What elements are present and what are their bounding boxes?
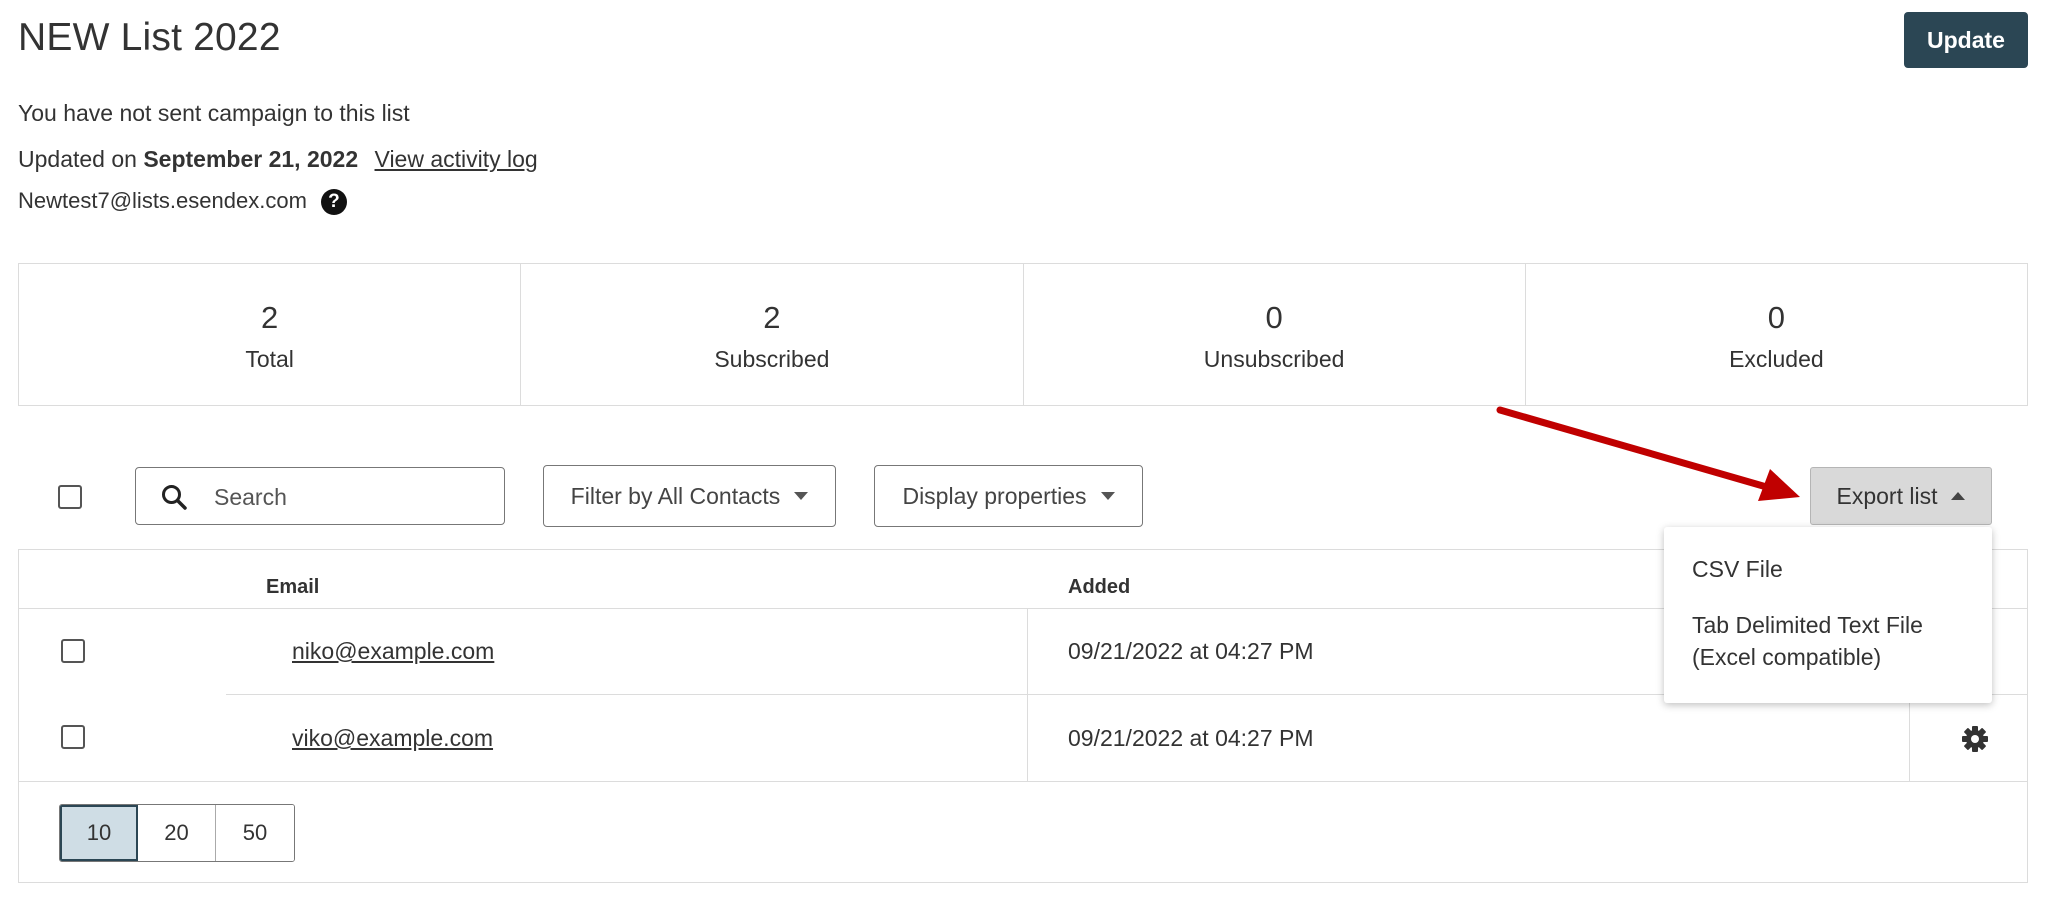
stat-label: Unsubscribed <box>1203 346 1345 372</box>
stat-unsubscribed: 0 Unsubscribed <box>1024 264 1526 405</box>
stat-excluded: 0 Excluded <box>1526 264 2027 405</box>
help-icon[interactable]: ? <box>320 189 347 216</box>
stat-total: 2 Total <box>19 264 522 405</box>
contact-email-link[interactable]: niko@example.com <box>292 638 494 665</box>
export-label: Export list <box>1836 482 1938 509</box>
stat-label: Subscribed <box>714 346 830 372</box>
update-button[interactable]: Update <box>1904 12 2028 68</box>
search-input[interactable] <box>212 478 486 516</box>
stat-value: 0 <box>1265 300 1283 335</box>
stat-subscribed: 2 Subscribed <box>521 264 1024 405</box>
added-date: 09/21/2022 at 04:27 PM <box>1068 725 1314 751</box>
row-checkbox[interactable] <box>61 639 85 663</box>
page-size-selector: 10 20 50 <box>59 804 295 862</box>
added-date: 09/21/2022 at 04:27 PM <box>1068 638 1314 664</box>
filter-label: Filter by All Contacts <box>570 482 781 509</box>
page-size-option[interactable]: 10 <box>60 805 138 861</box>
divider <box>19 781 2027 782</box>
page-title: NEW List 2022 <box>18 16 281 59</box>
export-list-button[interactable]: Export list <box>1810 467 1992 525</box>
select-all-checkbox[interactable] <box>58 485 82 509</box>
gear-icon[interactable] <box>1961 725 1989 753</box>
stats-panel: 2 Total 2 Subscribed 0 Unsubscribed 0 Ex… <box>18 263 2028 406</box>
display-properties-dropdown[interactable]: Display properties <box>874 465 1143 527</box>
export-dropdown-menu: CSV File Tab Delimited Text File (Excel … <box>1664 527 1992 703</box>
search-icon <box>162 485 187 510</box>
stat-value: 2 <box>261 300 279 335</box>
chevron-down-icon <box>794 492 809 500</box>
view-activity-log-link[interactable]: View activity log <box>375 146 538 172</box>
updated-prefix: Updated on <box>18 146 137 172</box>
list-email-row: Newtest7@lists.esendex.com? <box>18 188 347 216</box>
list-email: Newtest7@lists.esendex.com <box>18 188 307 213</box>
campaign-status: You have not sent campaign to this list <box>18 100 410 126</box>
divider <box>1909 694 1910 781</box>
page-size-option[interactable]: 50 <box>216 805 294 861</box>
updated-date: September 21, 2022 <box>143 146 359 172</box>
column-header-email[interactable]: Email <box>266 576 319 599</box>
export-csv-option[interactable]: CSV File <box>1664 553 1992 585</box>
display-label: Display properties <box>902 482 1087 509</box>
column-header-added[interactable]: Added <box>1068 576 1130 599</box>
stat-label: Total <box>245 346 294 372</box>
filter-contacts-dropdown[interactable]: Filter by All Contacts <box>543 465 836 527</box>
export-tab-delimited-option[interactable]: Tab Delimited Text File (Excel compatibl… <box>1664 609 1992 673</box>
chevron-down-icon <box>1100 492 1115 500</box>
stat-value: 2 <box>763 300 781 335</box>
page-size-option[interactable]: 20 <box>138 805 216 861</box>
row-checkbox[interactable] <box>61 725 85 749</box>
divider <box>1027 608 1028 781</box>
chevron-up-icon <box>1951 492 1966 500</box>
contact-email-link[interactable]: viko@example.com <box>292 725 493 752</box>
search-box[interactable] <box>135 467 505 525</box>
stat-label: Excluded <box>1729 346 1824 372</box>
updated-info: Updated on September 21, 2022 View activ… <box>18 146 538 173</box>
stat-value: 0 <box>1767 300 1785 335</box>
